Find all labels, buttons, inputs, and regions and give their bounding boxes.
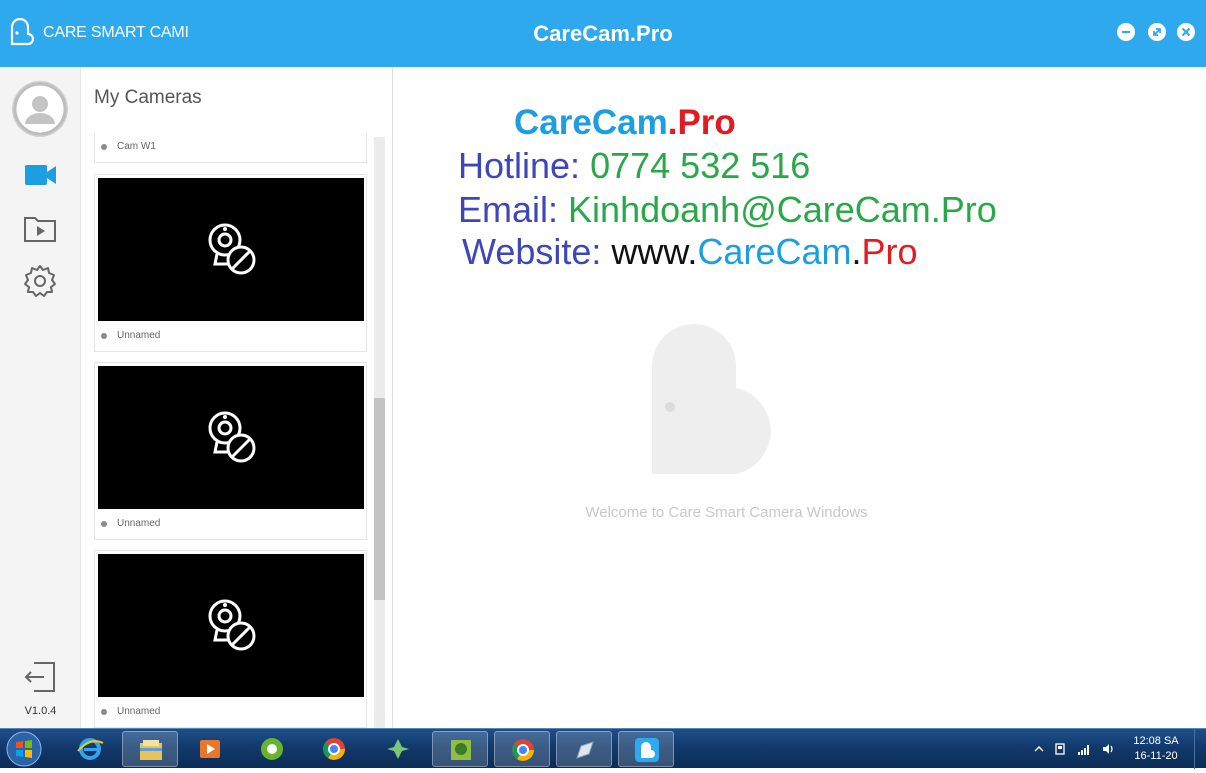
status-dot bbox=[101, 709, 107, 715]
brand-suffix: Pro bbox=[677, 103, 736, 142]
camera-card[interactable]: Unnamed bbox=[94, 174, 367, 352]
profile-avatar[interactable] bbox=[11, 80, 69, 138]
camera-card[interactable]: Unnamed bbox=[94, 550, 367, 728]
media-player-icon bbox=[200, 740, 220, 758]
windows-start-icon bbox=[6, 731, 42, 767]
email-line: Email: Kinhdoanh@CareCam.Pro bbox=[458, 189, 997, 231]
website-tld: Pro bbox=[861, 231, 918, 272]
hotline-line: Hotline: 0774 532 516 bbox=[458, 145, 810, 187]
start-button[interactable] bbox=[4, 730, 44, 768]
logout-icon bbox=[24, 662, 55, 692]
camera-offline-icon bbox=[208, 223, 256, 275]
website-dot: . bbox=[851, 231, 862, 272]
camera-list-scrollbar[interactable] bbox=[374, 137, 385, 728]
user-avatar-icon bbox=[12, 81, 68, 137]
brand-dot: . bbox=[667, 103, 678, 142]
os-taskbar: 12:08 SA 16-11-20 bbox=[0, 728, 1206, 769]
carecam-app-icon bbox=[635, 738, 659, 762]
website-www: www. bbox=[611, 231, 698, 272]
coccoc-browser-icon bbox=[261, 738, 283, 760]
camera-name: Cam W1 bbox=[117, 141, 156, 152]
nav-recordings[interactable] bbox=[20, 209, 60, 249]
taskbar-app-leaf[interactable] bbox=[370, 731, 426, 767]
app-version: V1.0.4 bbox=[24, 705, 57, 717]
logout-button[interactable] bbox=[20, 657, 60, 697]
website-domain: CareCam bbox=[697, 231, 852, 272]
minimize-button[interactable] bbox=[1117, 23, 1135, 41]
show-desktop-button[interactable] bbox=[1194, 729, 1206, 769]
watermark-logo-icon bbox=[652, 324, 771, 474]
camera-name: Unnamed bbox=[117, 518, 161, 529]
chrome-browser-icon bbox=[323, 738, 345, 760]
leaf-app-icon bbox=[387, 739, 409, 759]
taskbar-clock[interactable]: 12:08 SA 16-11-20 bbox=[1124, 734, 1188, 764]
clock-date: 16-11-20 bbox=[1134, 750, 1178, 762]
brand-heading: CareCam.Pro bbox=[514, 103, 736, 143]
taskbar-chrome[interactable] bbox=[306, 731, 362, 767]
taskbar-ie[interactable] bbox=[62, 731, 118, 767]
status-dot bbox=[101, 521, 107, 527]
nav-cameras[interactable] bbox=[20, 155, 60, 195]
website-label: Website: bbox=[462, 231, 602, 272]
title-bar[interactable]: CARE SMART CAMI CareCam.Pro bbox=[0, 0, 1206, 67]
hotline-value: 0774 532 516 bbox=[590, 145, 811, 186]
scrollbar-thumb[interactable] bbox=[374, 398, 385, 600]
taskbar-media[interactable] bbox=[182, 731, 238, 767]
internet-explorer-icon bbox=[77, 738, 104, 760]
website-line: Website: www.CareCam.Pro bbox=[462, 231, 918, 273]
left-sidebar: V1.0.4 bbox=[0, 67, 81, 728]
camera-offline-icon bbox=[208, 411, 256, 463]
close-button[interactable] bbox=[1177, 23, 1195, 41]
camera-thumbnail[interactable] bbox=[98, 178, 364, 321]
camera-card[interactable]: Cam W1 bbox=[94, 133, 367, 163]
taskbar-coccoc[interactable] bbox=[244, 731, 300, 767]
close-icon bbox=[1181, 27, 1191, 37]
clock-time: 12:08 SA bbox=[1133, 735, 1179, 747]
taskbar-app-green[interactable] bbox=[432, 731, 488, 767]
pen-tool-icon bbox=[576, 741, 594, 759]
gear-icon bbox=[24, 265, 56, 297]
hotline-label: Hotline: bbox=[458, 145, 581, 186]
restore-button[interactable] bbox=[1148, 23, 1166, 41]
volume-icon[interactable] bbox=[1101, 742, 1115, 756]
camera-name: Unnamed bbox=[117, 706, 161, 717]
tray-device-icon[interactable] bbox=[1053, 742, 1067, 756]
camera-panel-title: My Cameras bbox=[94, 87, 202, 108]
minimize-icon bbox=[1122, 31, 1130, 33]
nav-settings[interactable] bbox=[20, 261, 60, 301]
taskbar-explorer[interactable] bbox=[122, 731, 178, 767]
taskbar-carecam[interactable] bbox=[618, 731, 674, 767]
app-name: CARE SMART CAMI bbox=[43, 24, 189, 41]
file-explorer-icon bbox=[140, 740, 162, 760]
status-dot bbox=[101, 144, 107, 150]
camera-offline-icon bbox=[208, 599, 256, 651]
taskbar-chrome-2[interactable] bbox=[494, 731, 550, 767]
main-content: CareCam.Pro Hotline: 0774 532 516 Email:… bbox=[394, 67, 1206, 728]
welcome-message: Welcome to Care Smart Camera Windows bbox=[585, 504, 868, 521]
restore-icon bbox=[1153, 28, 1161, 36]
email-label: Email: bbox=[458, 189, 559, 230]
app-window: CARE SMART CAMI CareCam.Pro V1.0.4 My Ca… bbox=[0, 0, 1206, 769]
camera-thumbnail[interactable] bbox=[98, 366, 364, 509]
camera-name: Unnamed bbox=[117, 330, 161, 341]
brand-name: CareCam bbox=[514, 103, 668, 142]
folder-play-icon bbox=[24, 217, 56, 242]
status-dot bbox=[101, 333, 107, 339]
green-app-icon bbox=[451, 740, 471, 760]
email-value: Kinhdoanh@CareCam.Pro bbox=[568, 189, 997, 230]
network-signal-icon[interactable] bbox=[1077, 742, 1091, 756]
taskbar-app-tool[interactable] bbox=[556, 731, 612, 767]
video-camera-icon bbox=[25, 165, 56, 185]
tray-expand-icon[interactable] bbox=[1032, 742, 1046, 756]
chrome-profile-icon bbox=[512, 739, 534, 761]
camera-card[interactable]: Unnamed bbox=[94, 362, 367, 540]
app-logo-icon bbox=[10, 18, 35, 46]
camera-panel: My Cameras Cam W1 Unnamed Unnamed Unname… bbox=[81, 67, 393, 728]
camera-list[interactable]: Cam W1 Unnamed Unnamed Unnamed bbox=[81, 133, 393, 728]
camera-thumbnail[interactable] bbox=[98, 554, 364, 697]
